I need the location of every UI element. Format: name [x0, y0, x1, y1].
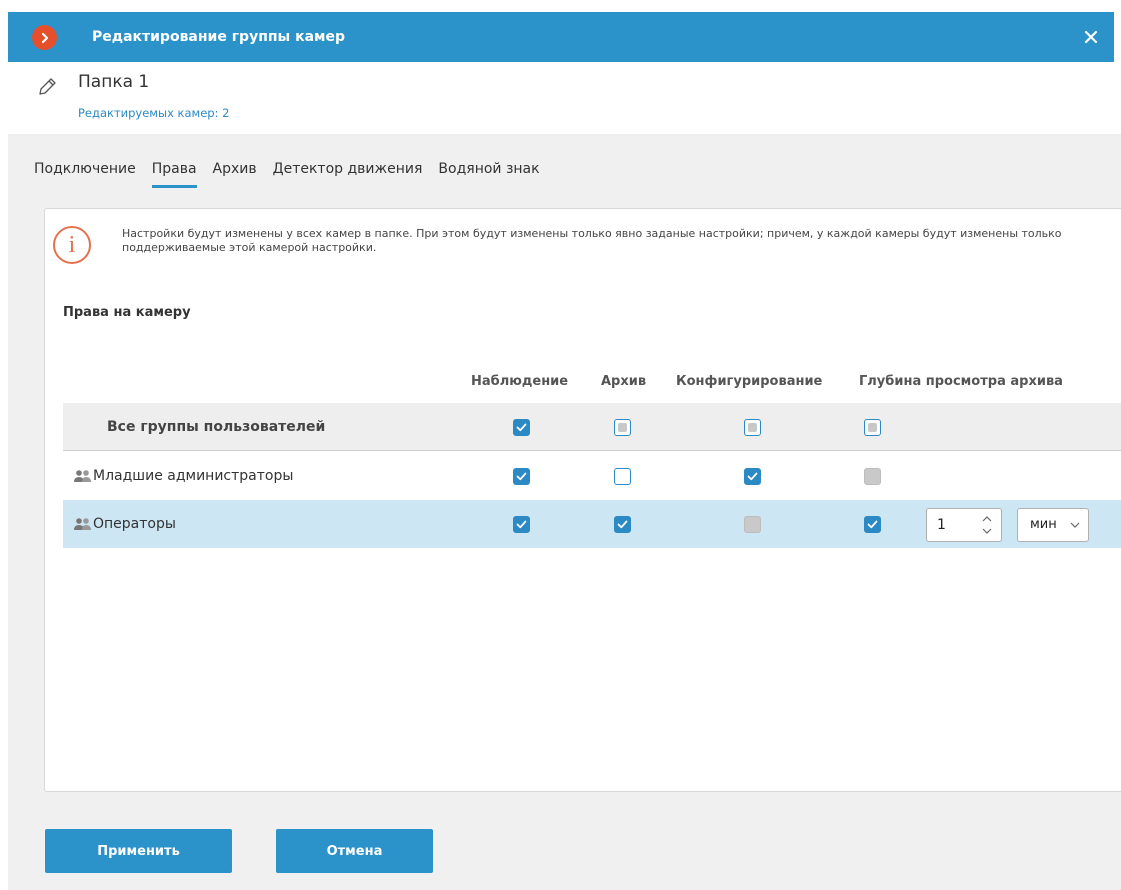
title-bar: Редактирование группы камер [8, 12, 1114, 62]
archive-depth-unit-select[interactable]: мин [1017, 508, 1089, 542]
checkbox-configuration[interactable] [744, 468, 761, 485]
row-label: Операторы [93, 516, 176, 532]
tab-archive[interactable]: Архив [213, 161, 257, 185]
section-title: Права на камеру [63, 305, 191, 320]
users-group-icon [74, 470, 91, 482]
apply-button[interactable]: Применить [45, 829, 232, 873]
checkbox-configuration[interactable] [744, 419, 761, 436]
unit-value: мин [1030, 517, 1057, 532]
cancel-button[interactable]: Отмена [276, 829, 433, 873]
info-message: Настройки будут изменены у всех камер в … [122, 227, 1062, 254]
table-row: Младшие администраторы [63, 452, 1121, 500]
stepper-arrows-icon[interactable] [981, 513, 993, 537]
column-header-observation: Наблюдение [471, 374, 569, 389]
column-header-configuration: Конфигурирование [676, 374, 823, 389]
tab-rights[interactable]: Права [151, 161, 197, 188]
checkbox-archive-depth[interactable] [864, 419, 881, 436]
row-label: Младшие администраторы [93, 468, 294, 484]
checkbox-observation[interactable] [513, 468, 530, 485]
column-header-archive: Архив [601, 374, 647, 389]
tab-motion-detector[interactable]: Детектор движения [273, 161, 423, 185]
info-icon: i [53, 226, 91, 264]
chevron-down-icon [1070, 522, 1080, 528]
checkbox-archive[interactable] [614, 419, 631, 436]
edited-cameras-count: Редактируемых камер: 2 [78, 106, 230, 120]
checkbox-archive[interactable] [614, 516, 631, 533]
checkbox-archive-depth[interactable] [864, 516, 881, 533]
table-row: Все группы пользователей [63, 403, 1121, 451]
checkbox-observation[interactable] [513, 516, 530, 533]
checkbox-configuration[interactable] [744, 516, 761, 533]
table-row: Операторы 1 мин [63, 500, 1121, 548]
tab-bar: Подключение Права Архив Детектор движени… [34, 161, 556, 188]
archive-depth-value: 1 [937, 517, 946, 533]
pencil-icon[interactable] [36, 76, 58, 98]
archive-depth-stepper[interactable]: 1 [926, 508, 1002, 542]
checkbox-archive-depth[interactable] [864, 468, 881, 485]
users-group-icon [74, 518, 91, 530]
checkbox-archive[interactable] [614, 468, 631, 485]
column-header-archive-depth: Глубина просмотра архива [859, 374, 1063, 389]
tab-connection[interactable]: Подключение [34, 161, 136, 185]
row-label: Все группы пользователей [107, 419, 326, 435]
app-logo-icon [32, 25, 57, 50]
group-header: Папка 1 Редактируемых камер: 2 [8, 62, 1114, 134]
checkbox-observation[interactable] [513, 419, 530, 436]
close-icon[interactable] [1078, 24, 1104, 50]
window-title: Редактирование группы камер [92, 29, 345, 45]
tab-watermark[interactable]: Водяной знак [438, 161, 539, 185]
window-edge [0, 62, 8, 890]
folder-name: Папка 1 [78, 72, 150, 92]
